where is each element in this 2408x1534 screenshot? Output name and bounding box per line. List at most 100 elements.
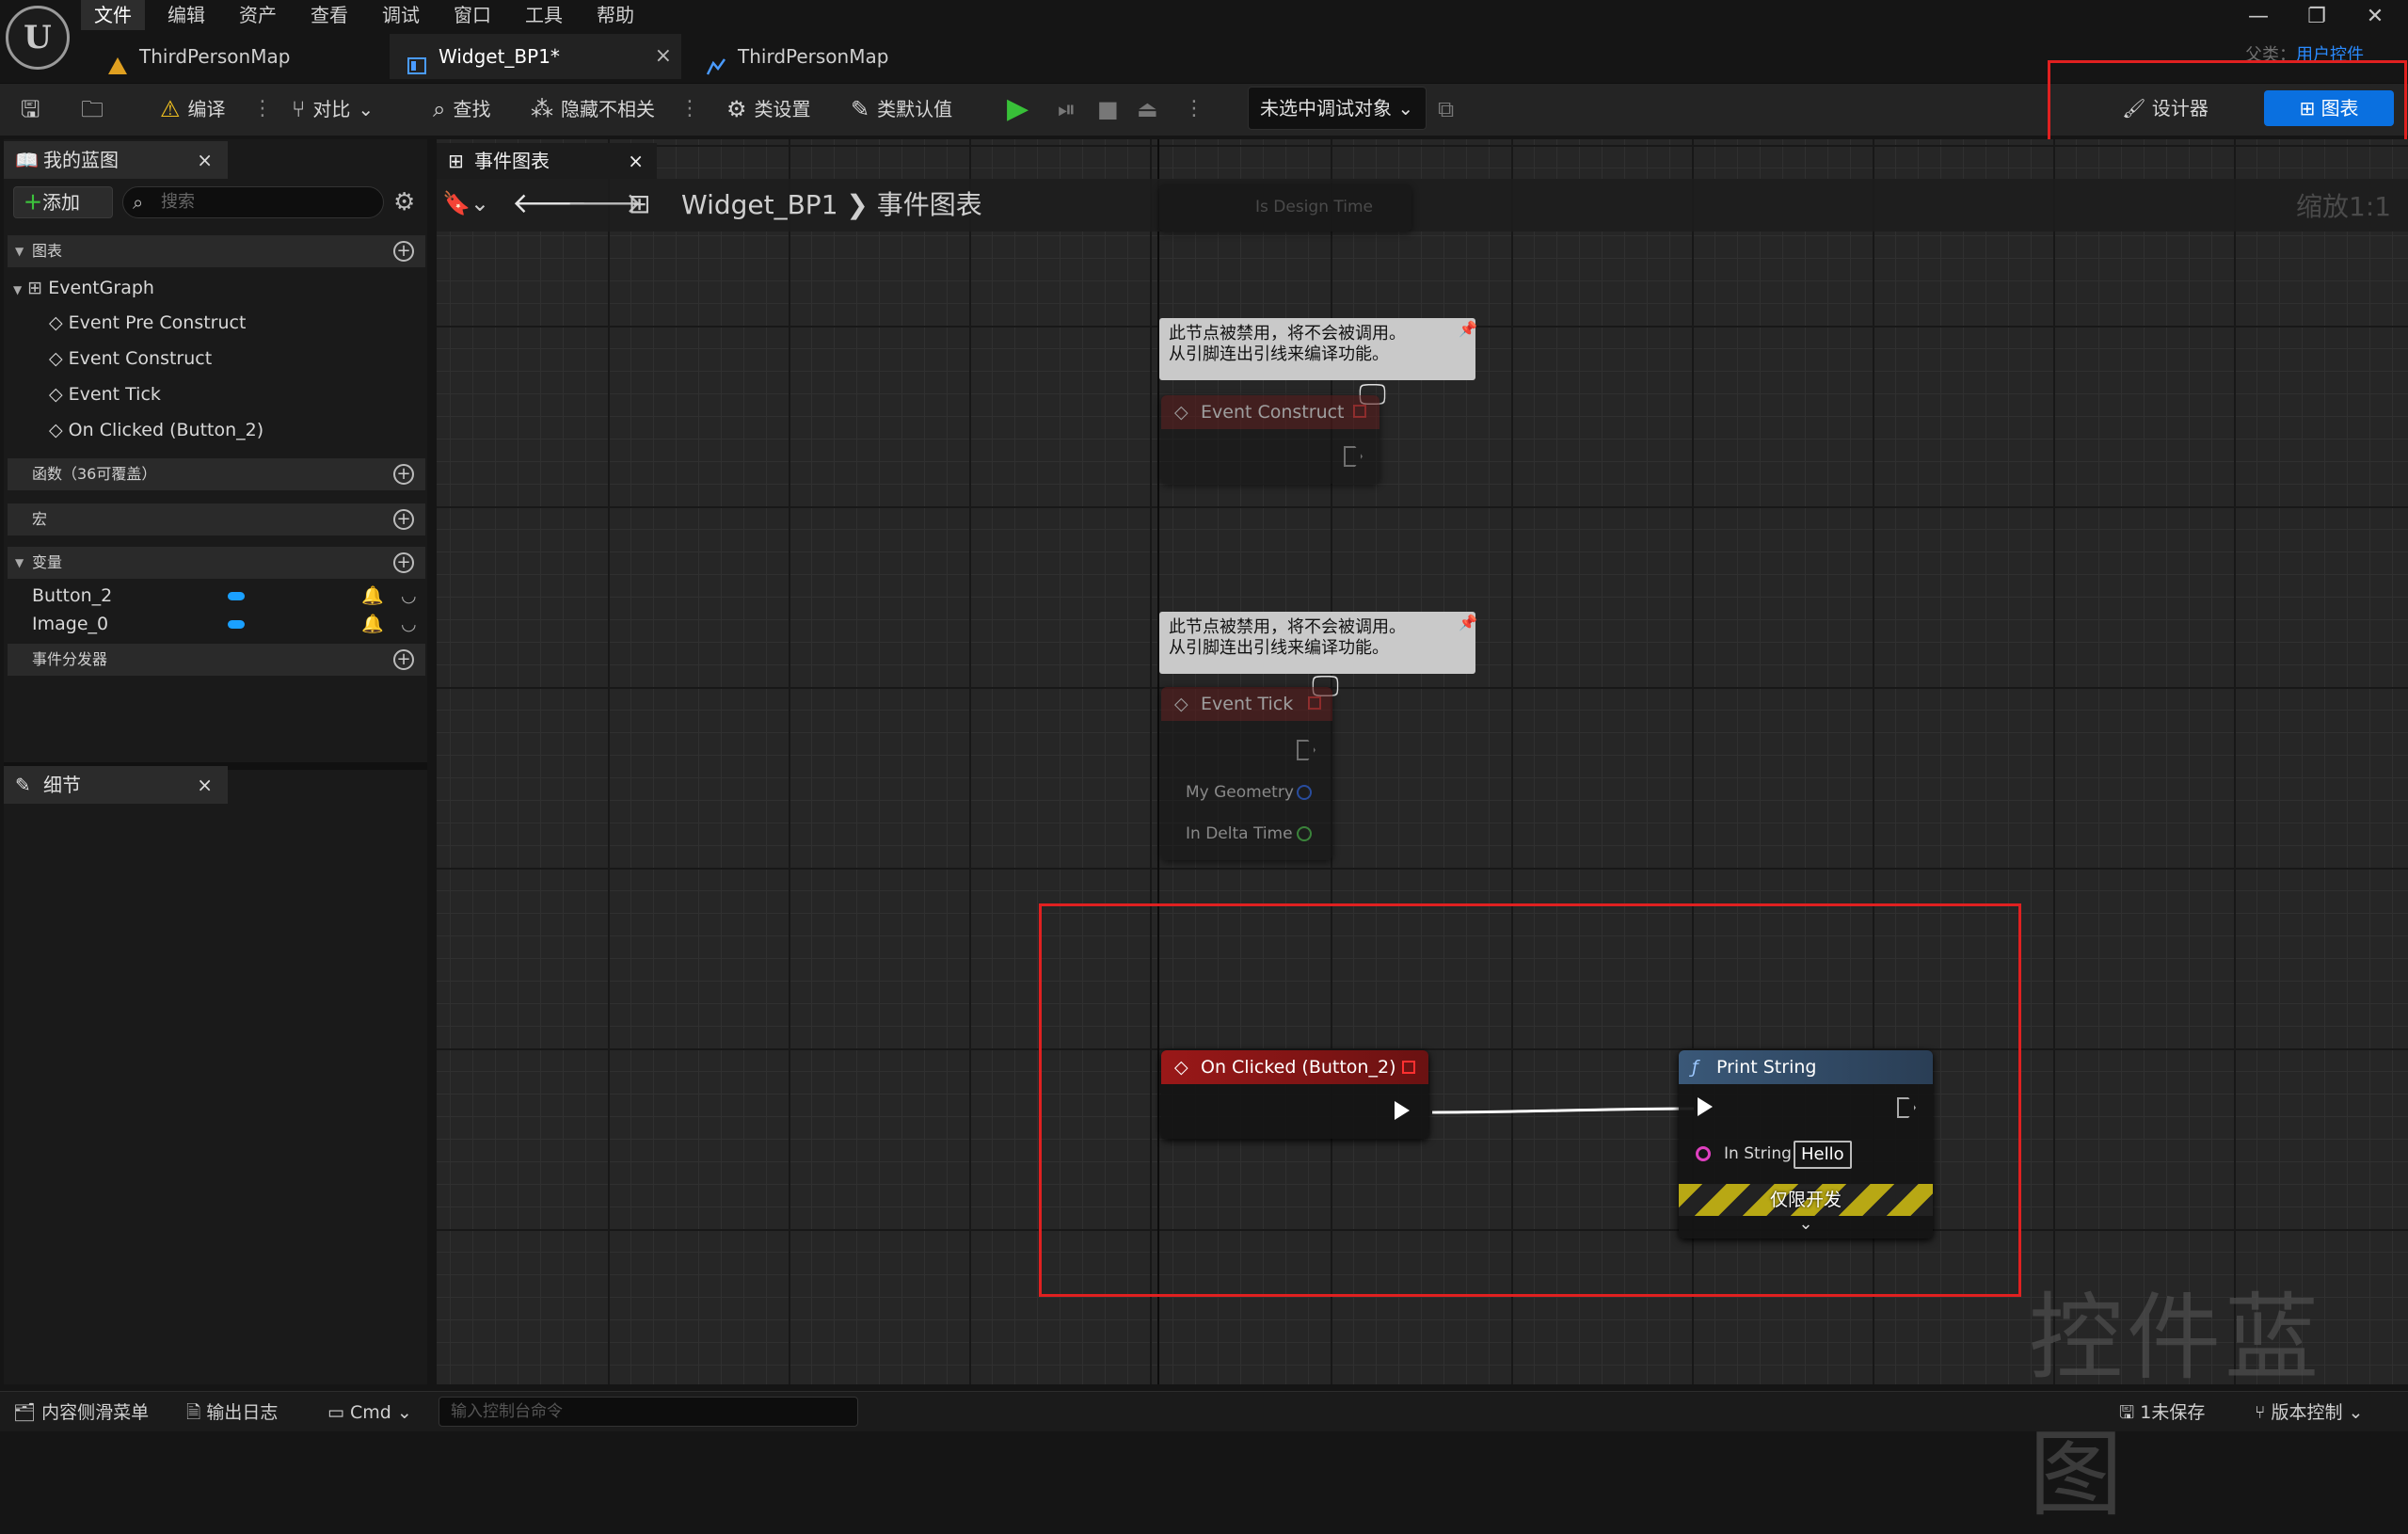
restore-button[interactable]: ❐ bbox=[2288, 2, 2345, 32]
diff-button[interactable]: ⑂ 对比 ⌄ bbox=[292, 90, 374, 128]
tree-item-event-construct[interactable]: ◇ Event Construct bbox=[49, 342, 212, 376]
variable-row-image-0[interactable]: Image_0 🔔 ◡ bbox=[32, 607, 418, 641]
folder-icon: 🗀 bbox=[81, 96, 104, 122]
details-tab[interactable]: ✎ 细节 × bbox=[4, 766, 228, 804]
save-button[interactable]: 🖫 bbox=[21, 90, 40, 128]
pin-icon[interactable]: 📌 bbox=[1459, 614, 1477, 631]
unreal-logo-icon[interactable]: U bbox=[6, 6, 70, 70]
close-tab-icon[interactable]: × bbox=[655, 34, 672, 79]
menu-debug[interactable]: 调试 bbox=[369, 0, 433, 30]
close-panel-icon[interactable]: × bbox=[197, 141, 213, 179]
minimize-button[interactable]: — bbox=[2230, 2, 2287, 32]
menu-file[interactable]: 文件 bbox=[81, 0, 145, 30]
section-graphs[interactable]: ▼ 图表 + bbox=[8, 235, 425, 267]
in-string-pin[interactable] bbox=[1696, 1146, 1711, 1161]
debug-filter-button[interactable]: ⧉ bbox=[1438, 90, 1454, 128]
section-functions[interactable]: 函数（36可覆盖） + bbox=[8, 458, 425, 490]
step-button[interactable]: ⏯ bbox=[1058, 90, 1076, 128]
breadcrumb-blueprint[interactable]: Widget_BP1 bbox=[681, 189, 838, 220]
menu-edit[interactable]: 编辑 bbox=[154, 0, 218, 30]
browse-button[interactable]: 🗀 bbox=[81, 90, 104, 128]
output-log-button[interactable]: 🗎 输出日志 bbox=[186, 1397, 278, 1429]
tree-item-event-pre-construct[interactable]: ◇ Event Pre Construct bbox=[49, 306, 246, 340]
bookmark-icon[interactable]: 🔖⌄ bbox=[442, 190, 489, 216]
zoom-level: 缩放1:1 bbox=[2296, 191, 2392, 222]
hide-unrelated-button[interactable]: ⁂ 隐藏不相关 bbox=[531, 90, 655, 128]
add-dispatcher-icon[interactable]: + bbox=[393, 649, 414, 670]
node-print-string[interactable]: ƒ Print String In String Hello 仅限开发 ⌄ bbox=[1679, 1050, 1933, 1238]
menu-tools[interactable]: 工具 bbox=[512, 0, 576, 30]
section-variables[interactable]: ▼ 变量 + bbox=[8, 547, 425, 579]
graph-mode-button[interactable]: ⊞ 图表 bbox=[2264, 90, 2394, 126]
content-drawer-button[interactable]: 🗂 内容侧滑菜单 bbox=[13, 1397, 149, 1429]
close-panel-icon[interactable]: × bbox=[197, 766, 213, 804]
source-control-icon: ⑂ bbox=[2255, 1402, 2266, 1423]
designer-mode-button[interactable]: 🖌 设计器 bbox=[2108, 90, 2223, 126]
expand-chevron-icon[interactable]: ⌄ bbox=[1679, 1214, 1933, 1234]
add-graph-icon[interactable]: + bbox=[393, 241, 414, 262]
node-on-clicked[interactable]: ◇ On Clicked (Button_2) bbox=[1161, 1050, 1428, 1139]
eye-closed-icon[interactable]: ◡ bbox=[401, 607, 417, 641]
menu-window[interactable]: 窗口 bbox=[440, 0, 504, 30]
settings-gear-icon[interactable]: ⚙ bbox=[393, 188, 415, 216]
exec-out-pin[interactable] bbox=[1395, 1101, 1410, 1120]
tree-item-on-clicked[interactable]: ◇ On Clicked (Button_2) bbox=[49, 413, 263, 447]
exec-wire[interactable] bbox=[1411, 1092, 1713, 1129]
delegate-pin[interactable] bbox=[1353, 405, 1366, 418]
tree-item-event-tick[interactable]: ◇ Event Tick bbox=[49, 377, 161, 411]
details-title: 细节 bbox=[43, 774, 81, 796]
delegate-pin[interactable] bbox=[1402, 1061, 1415, 1074]
doc-tab-thirdpersonmap[interactable]: ThirdPersonMap bbox=[90, 34, 382, 79]
debug-object-select[interactable]: 未选中调试对象 ⌄ bbox=[1248, 87, 1427, 130]
doc-tab-widget-bp1[interactable]: Widget_BP1* × bbox=[390, 34, 681, 79]
pin-icon[interactable]: 📌 bbox=[1459, 320, 1477, 338]
section-macros[interactable]: 宏 + bbox=[8, 503, 425, 535]
exec-out-pin[interactable] bbox=[1297, 740, 1316, 760]
section-dispatchers[interactable]: 事件分发器 + bbox=[8, 644, 425, 676]
close-tab-icon[interactable]: × bbox=[628, 143, 644, 179]
class-settings-button[interactable]: ⚙ 类设置 bbox=[726, 90, 811, 128]
chevron-down-icon: ⌄ bbox=[396, 1402, 412, 1423]
tree-item-eventgraph[interactable]: ▼ ⊞ EventGraph bbox=[13, 271, 154, 305]
my-geometry-pin[interactable] bbox=[1297, 785, 1312, 800]
cmd-select[interactable]: ▭ Cmd ⌄ bbox=[327, 1397, 412, 1429]
content-drawer-icon: 🗂 bbox=[13, 1402, 37, 1423]
add-function-icon[interactable]: + bbox=[393, 464, 414, 485]
more-icon[interactable]: ⋮ bbox=[1184, 96, 1204, 122]
exec-out-pin[interactable] bbox=[1897, 1097, 1916, 1118]
close-window-button[interactable]: ✕ bbox=[2347, 2, 2403, 32]
class-defaults-button[interactable]: ✎ 类默认值 bbox=[851, 90, 952, 128]
add-label: 添加 bbox=[42, 191, 80, 214]
menu-view[interactable]: 查看 bbox=[297, 0, 361, 30]
in-string-value-input[interactable]: Hello bbox=[1794, 1141, 1852, 1169]
doc-tab-thirdpersonmap-2[interactable]: ThirdPersonMap bbox=[689, 34, 971, 79]
breadcrumb-graph[interactable]: 事件图表 bbox=[877, 189, 982, 220]
exec-out-pin[interactable] bbox=[1344, 446, 1363, 467]
my-blueprint-tab[interactable]: 📖 我的蓝图 × bbox=[4, 141, 228, 179]
bell-icon[interactable]: 🔔 bbox=[361, 607, 384, 641]
exec-in-pin[interactable] bbox=[1698, 1097, 1713, 1116]
node-event-tick[interactable]: ◇ Event Tick My Geometry In Delta Time bbox=[1161, 687, 1332, 860]
stop-button[interactable]: ■ bbox=[1097, 90, 1119, 128]
dev-only-label: 仅限开发 bbox=[1769, 1190, 1842, 1210]
eject-button[interactable]: ⏏ bbox=[1137, 90, 1158, 128]
node-event-pre-construct-partial[interactable]: Is Design Time bbox=[1159, 184, 1411, 232]
unsaved-button[interactable]: 🖫 1未保存 bbox=[2119, 1397, 2205, 1429]
delegate-pin[interactable] bbox=[1308, 696, 1321, 710]
source-control-button[interactable]: ⑂ 版本控制 ⌄ bbox=[2255, 1397, 2363, 1429]
blueprint-search-input[interactable]: ⌕ 搜索 bbox=[122, 186, 384, 218]
add-macro-icon[interactable]: + bbox=[393, 509, 414, 530]
console-command-input[interactable]: 输入控制台命令 bbox=[439, 1397, 858, 1427]
more-icon[interactable]: ⋮ bbox=[252, 96, 273, 122]
find-button[interactable]: ⌕ 查找 bbox=[433, 90, 490, 128]
more-icon[interactable]: ⋮ bbox=[679, 96, 700, 122]
menu-assets[interactable]: 资产 bbox=[226, 0, 290, 30]
in-delta-time-pin[interactable] bbox=[1297, 826, 1312, 841]
compile-button[interactable]: ⚠ 编译 bbox=[160, 90, 226, 128]
node-event-construct[interactable]: ◇ Event Construct bbox=[1161, 395, 1379, 484]
add-button[interactable]: ＋添加 bbox=[13, 186, 113, 218]
event-graph-tab[interactable]: ⊞ 事件图表 × bbox=[437, 143, 657, 179]
add-variable-icon[interactable]: + bbox=[393, 552, 414, 573]
play-button[interactable]: ▶ bbox=[1007, 90, 1029, 128]
menu-help[interactable]: 帮助 bbox=[583, 0, 647, 30]
